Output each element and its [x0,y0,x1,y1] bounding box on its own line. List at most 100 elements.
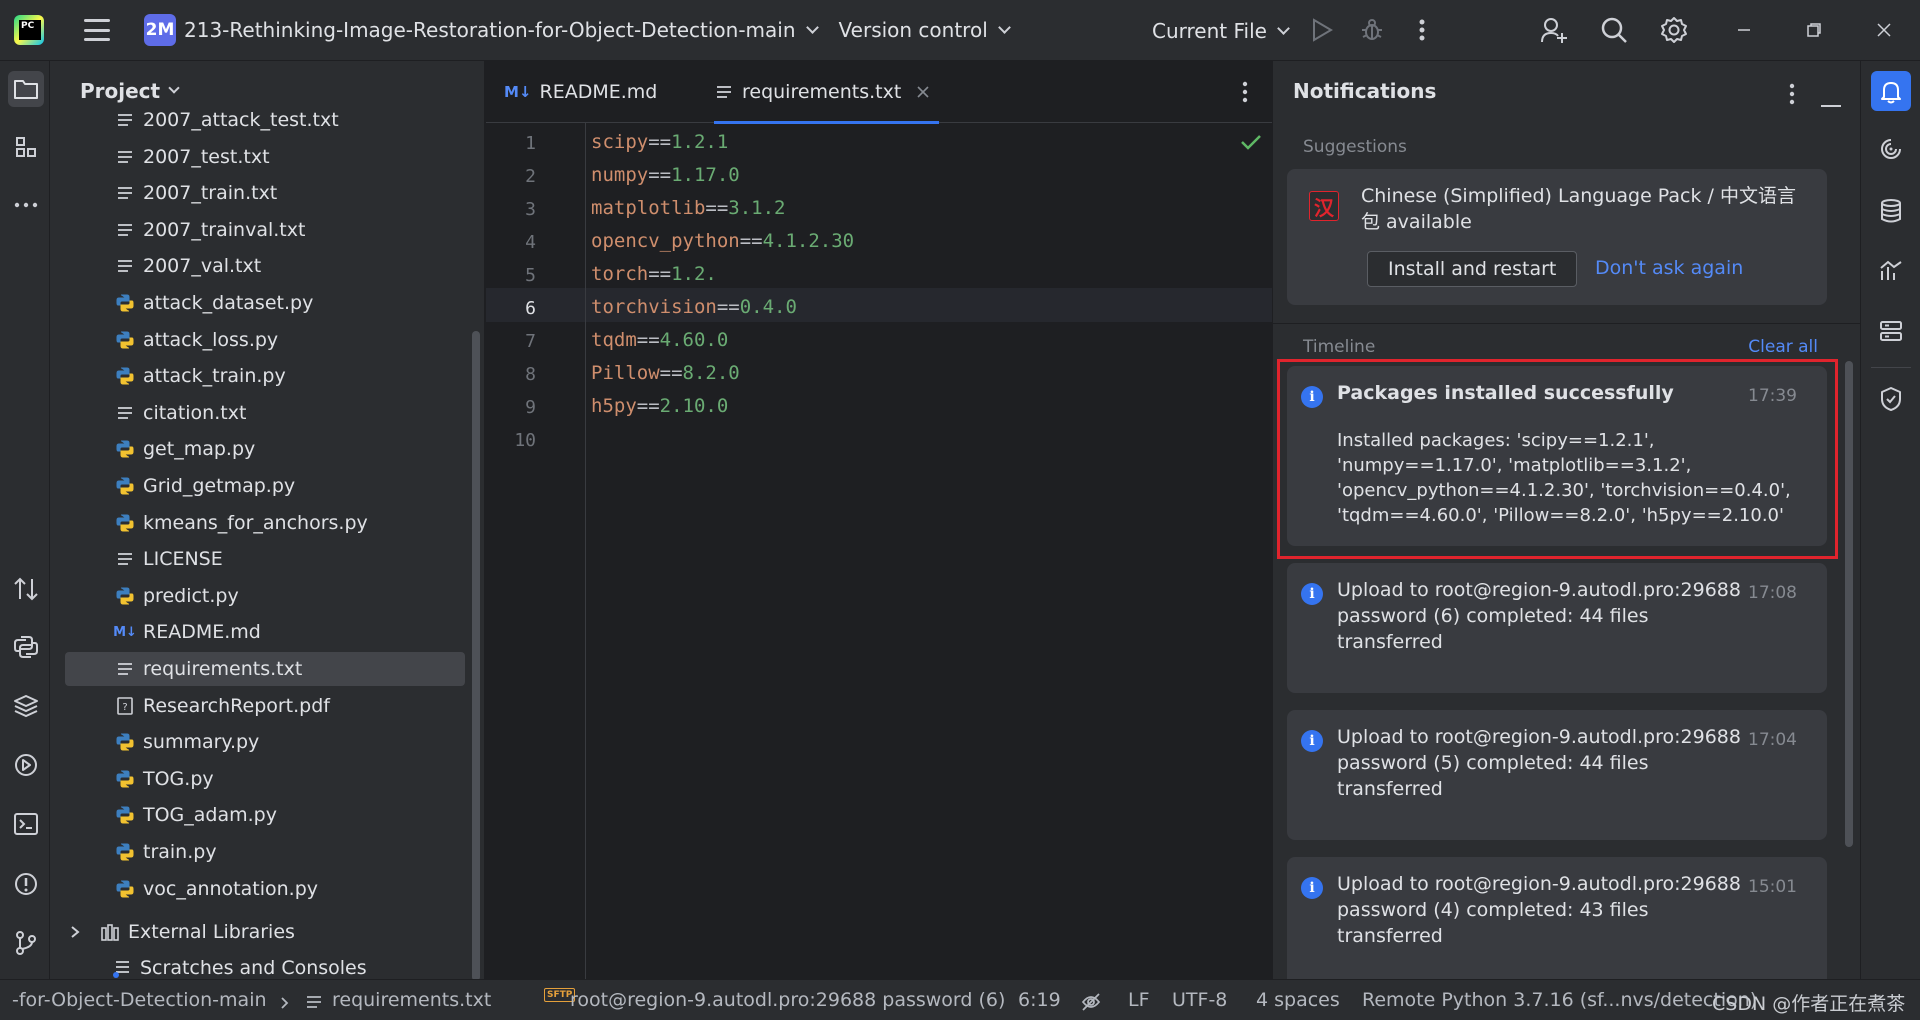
project-scrollbar[interactable] [472,331,480,979]
tree-file-item[interactable]: attack_train.py [65,359,465,393]
tree-file-item[interactable]: LICENSE [65,542,465,576]
breadcrumb-project[interactable]: -for-Object-Detection-main [12,989,267,1011]
ai-assistant-icon[interactable] [1871,129,1911,169]
problems-icon[interactable] [8,866,44,902]
code-line[interactable]: Pillow==8.2.0 [591,362,740,384]
notifications-scrollbar[interactable] [1845,361,1853,847]
code-line[interactable]: torch==1.2. [591,263,717,285]
more-tools-icon[interactable] [8,187,44,223]
code-line[interactable]: matplotlib==3.1.2 [591,197,785,219]
code-line[interactable]: h5py==2.10.0 [591,395,728,417]
code-line[interactable]: opencv_python==4.1.2.30 [591,230,854,252]
indent-setting[interactable]: 4 spaces [1256,989,1340,1011]
tab-options-icon[interactable] [1242,81,1248,108]
structure-icon[interactable] [8,129,44,165]
deployment-icon[interactable] [8,571,44,607]
code-line[interactable]: tqdm==4.60.0 [591,329,728,351]
python-console-icon[interactable] [8,629,44,665]
tree-file-item[interactable]: ? ResearchReport.pdf [65,689,465,723]
tree-file-item[interactable]: voc_annotation.py [65,872,465,906]
settings-gear-icon[interactable] [1658,14,1690,46]
notification-card[interactable]: i Upload to root@region-9.autodl.pro:296… [1287,563,1827,693]
tree-file-item[interactable]: 2007_trainval.txt [65,213,465,247]
caret-position[interactable]: 6:19 [1018,989,1061,1011]
file-encoding[interactable]: UTF-8 [1172,989,1227,1011]
tree-external-libraries[interactable]: External Libraries [68,915,295,949]
tree-file-item[interactable]: 2007_attack_test.txt [65,103,465,137]
tree-scratches[interactable]: Scratches and Consoles [112,951,367,979]
install-and-restart-button[interactable]: Install and restart [1367,251,1578,287]
main-menu-icon[interactable] [84,19,110,41]
tree-file-item[interactable]: M↓ README.md [65,615,465,649]
minimize-icon[interactable] [1728,14,1760,46]
project-panel-header[interactable]: Project [80,79,180,103]
tree-file-item[interactable]: train.py [65,835,465,869]
notifications-bell-icon[interactable] [1871,71,1911,111]
notifications-options-icon[interactable] [1789,83,1795,110]
code-line[interactable]: numpy==1.17.0 [591,164,740,186]
database-icon[interactable] [1871,191,1911,231]
add-user-icon[interactable] [1538,14,1570,46]
close-tab-icon[interactable] [917,81,929,103]
tree-label: kmeans_for_anchors.py [143,511,368,534]
tab-readme[interactable]: M↓ README.md [504,61,657,123]
clear-all-link[interactable]: Clear all [1748,337,1818,357]
tree-file-item[interactable]: attack_dataset.py [65,286,465,320]
run-icon[interactable] [1306,14,1338,46]
tree-file-item[interactable]: requirements.txt [65,652,465,686]
restore-icon[interactable] [1798,14,1830,46]
pycharm-logo-icon [14,15,44,45]
no-problems-check-icon[interactable] [1240,133,1262,156]
package-name: tqdm [591,329,637,351]
operator: == [648,263,672,285]
code-line[interactable]: torchvision==0.4.0 [591,296,797,318]
code-line[interactable]: scipy==1.2.1 [591,131,728,153]
python-file-icon [115,842,135,862]
line-gutter: 1 2 3 4 5 6 7 8 9 10 [486,123,586,979]
security-shield-icon[interactable] [1871,379,1911,419]
project-badge[interactable]: 2M [144,14,176,46]
tree-file-item[interactable]: predict.py [65,579,465,613]
services-icon[interactable] [8,747,44,783]
tree-file-item[interactable]: attack_loss.py [65,323,465,357]
remote-host-icon[interactable] [1871,311,1911,351]
breadcrumb-file[interactable]: requirements.txt [332,989,491,1011]
package-name: matplotlib [591,197,706,219]
suggestion-text: Chinese (Simplified) Language Pack / 中文语… [1361,185,1796,233]
tree-file-item[interactable]: 2007_val.txt [65,249,465,283]
terminal-icon[interactable] [8,806,44,842]
tree-file-item[interactable]: kmeans_for_anchors.py [65,506,465,540]
notifications-panel: Notifications Suggestions 汉 Chinese (Sim… [1272,61,1860,979]
tree-label: Scratches and Consoles [140,957,367,979]
line-ending[interactable]: LF [1128,989,1150,1011]
dont-ask-again-link[interactable]: Don't ask again [1595,257,1743,279]
tree-file-item[interactable]: 2007_train.txt [65,176,465,210]
read-only-toggle-icon[interactable] [1080,992,1102,1017]
tree-file-item[interactable]: get_map.py [65,432,465,466]
remote-connection[interactable]: root@region-9.autodl.pro:29688 password … [570,989,1005,1011]
hide-panel-icon[interactable] [1821,91,1841,113]
tree-file-item[interactable]: citation.txt [65,396,465,430]
git-icon[interactable] [8,925,44,961]
search-icon[interactable] [1598,14,1630,46]
notification-card[interactable]: i Upload to root@region-9.autodl.pro:296… [1287,857,1827,979]
debug-icon[interactable] [1356,14,1388,46]
tree-file-item[interactable]: TOG.py [65,762,465,796]
version-control-menu[interactable]: Version control [839,10,1011,50]
more-actions-icon[interactable] [1406,14,1438,46]
info-icon: i [1301,877,1323,899]
tree-file-item[interactable]: TOG_adam.py [65,798,465,832]
notification-card[interactable]: i Upload to root@region-9.autodl.pro:296… [1287,710,1827,840]
python-interpreter[interactable]: Remote Python 3.7.16 (sf...nvs/detection… [1362,989,1757,1011]
tree-file-item[interactable]: 2007_test.txt [65,140,465,174]
tree-file-item[interactable]: summary.py [65,725,465,759]
project-switcher[interactable]: 213-Rethinking-Image-Restoration-for-Obj… [176,10,819,50]
close-window-icon[interactable] [1868,14,1900,46]
sciview-icon[interactable] [1871,251,1911,291]
python-packages-icon[interactable] [8,688,44,724]
project-folder-icon[interactable] [8,71,44,107]
version-number: 4.1.2.30 [762,230,855,252]
tree-file-item[interactable]: Grid_getmap.py [65,469,465,503]
run-config-selector[interactable]: Current File [1152,12,1290,50]
tab-requirements[interactable]: requirements.txt [714,61,940,124]
